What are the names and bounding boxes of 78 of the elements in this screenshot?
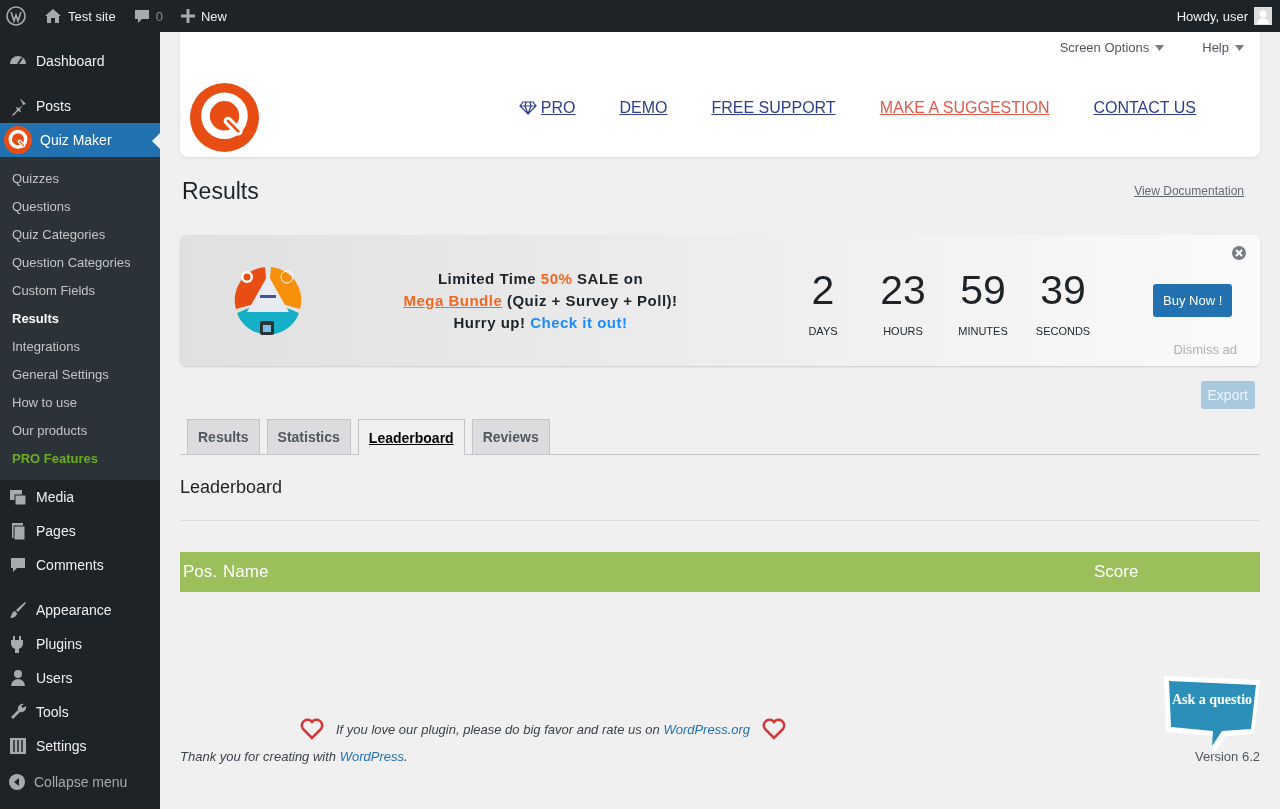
menu-item[interactable]: Appearance <box>0 593 160 627</box>
countdown-unit: SECONDS <box>1035 324 1091 337</box>
tab[interactable]: Statistics <box>266 419 351 454</box>
media-icon <box>8 487 28 507</box>
menu-item[interactable]: Users <box>0 661 160 695</box>
menu-item[interactable]: Plugins <box>0 627 160 661</box>
submenu-item[interactable]: Quiz Categories <box>0 220 160 248</box>
tab[interactable]: Leaderboard <box>357 419 465 455</box>
speech-bubble-icon <box>133 8 150 24</box>
new-link[interactable]: New <box>180 8 227 24</box>
submenu-item[interactable]: Integrations <box>0 332 160 360</box>
countdown-unit: DAYS <box>808 324 838 337</box>
wordpress-link[interactable]: WordPress <box>339 749 404 764</box>
brush-icon <box>8 600 28 620</box>
menu-item[interactable]: Quiz Maker <box>0 123 160 157</box>
speech-bubble-icon <box>8 555 28 575</box>
menu-item[interactable]: Media <box>0 480 160 514</box>
submenu-item[interactable]: General Settings <box>0 360 160 388</box>
column-header: Pos. <box>182 562 219 582</box>
sale-text: Hurry up! Check it out! <box>452 312 629 333</box>
submenu-item[interactable]: Custom Fields <box>0 276 160 304</box>
submenu-item[interactable]: Questions <box>0 192 160 220</box>
documentation-link[interactable]: View Documentation <box>1134 184 1244 198</box>
caret-icon <box>1235 44 1244 51</box>
menu-item[interactable]: Pages <box>0 514 160 548</box>
countdown-value: 59 <box>960 265 1006 315</box>
countdown-value: 39 <box>1040 265 1086 315</box>
wordpress-org-link[interactable]: WordPress.org <box>663 721 751 737</box>
countdown-unit: MINUTES <box>958 324 1008 337</box>
caret-icon <box>1155 44 1165 51</box>
buy-now-button[interactable]: Buy Now ! <box>1153 284 1233 317</box>
submenu-item[interactable]: Results <box>0 304 160 332</box>
footer-thanks: Thank you for creating with WordPress. <box>180 749 408 764</box>
nav-link[interactable]: MAKE A SUGGESTION <box>879 99 1050 117</box>
nav-link[interactable]: DEMO <box>619 99 668 117</box>
quiz-logo-icon <box>4 126 32 154</box>
section-title: Leaderboard <box>180 477 284 498</box>
tab[interactable]: Results <box>187 419 260 454</box>
rating-request: If you love our plugin, please do big favor and rate us on WordPress.org <box>336 721 751 737</box>
submenu-item[interactable]: Quizzes <box>0 164 160 192</box>
close-icon[interactable] <box>1232 246 1246 260</box>
countdown-value: 23 <box>880 265 926 315</box>
menu-item[interactable]: Dashboard <box>0 44 160 78</box>
screen-meta-toggle[interactable]: Screen Options <box>1059 40 1165 55</box>
page-title: Results <box>182 177 259 205</box>
submenu-item[interactable]: Our products <box>0 416 160 444</box>
greeting[interactable]: Howdy, user <box>1176 8 1248 24</box>
home-icon <box>44 8 62 24</box>
comments-link[interactable]: 0 <box>133 8 163 24</box>
menu-item[interactable]: Tools <box>0 695 160 729</box>
submenu-item[interactable]: How to use <box>0 388 160 416</box>
menu-item[interactable]: Settings <box>0 729 160 763</box>
collapse-icon <box>8 773 26 791</box>
heart-icon <box>300 718 324 740</box>
nav-link[interactable]: PRO <box>518 99 576 117</box>
submenu-item[interactable]: PRO Features <box>0 444 160 472</box>
sale-text: Mega Bundle (Quiz + Survey + Poll)! <box>402 290 679 311</box>
wordpress-logo-icon[interactable] <box>6 6 26 26</box>
nav-link[interactable]: CONTACT US <box>1093 99 1196 117</box>
heart-icon <box>762 718 787 740</box>
user-icon <box>8 668 28 688</box>
screen-meta-toggle[interactable]: Help <box>1202 40 1244 55</box>
menu-item[interactable]: Posts <box>0 89 160 123</box>
version-text: Version 6.2 <box>1194 749 1260 764</box>
submenu-item[interactable]: Question Categories <box>0 248 160 276</box>
tab[interactable]: Reviews <box>471 419 550 454</box>
plus-icon <box>180 9 195 23</box>
quiz-maker-logo <box>190 83 259 152</box>
diamond-icon <box>518 101 537 115</box>
nav-link[interactable]: FREE SUPPORT <box>711 99 836 117</box>
countdown-unit: HOURS <box>883 324 923 337</box>
column-header: Name <box>223 562 270 582</box>
sale-text: Limited Time 50% SALE on <box>436 268 645 289</box>
site-link[interactable]: Test site <box>44 8 116 24</box>
menu-item[interactable]: Comments <box>0 548 160 582</box>
collapse-menu-button[interactable]: Collapse menu <box>0 765 160 799</box>
column-header: Score <box>1094 562 1140 582</box>
countdown-value: 2 <box>811 265 835 315</box>
